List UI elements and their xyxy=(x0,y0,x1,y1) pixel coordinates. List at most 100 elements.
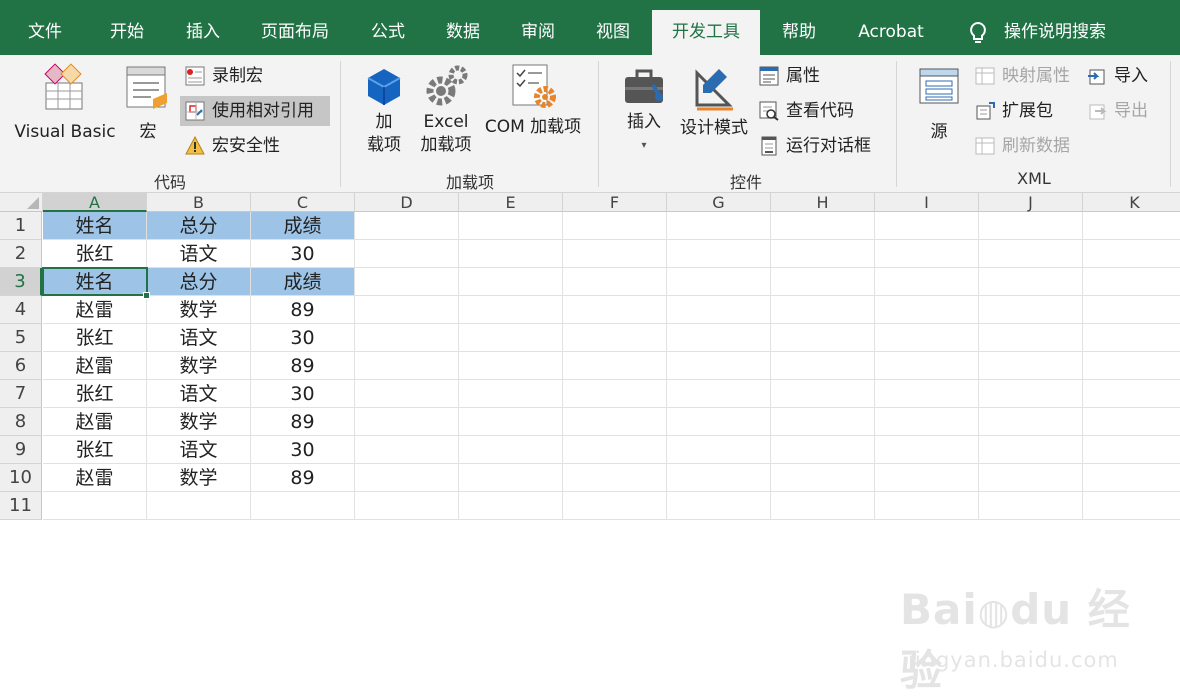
column-header-k[interactable]: K xyxy=(1083,193,1180,212)
cell-k3[interactable] xyxy=(1083,268,1180,296)
tab-file[interactable]: 文件 xyxy=(8,10,82,55)
refresh-data-button[interactable]: 刷新数据 xyxy=(970,131,1070,161)
cell-a11[interactable] xyxy=(43,492,147,520)
cell-a4[interactable]: 赵雷 xyxy=(43,296,147,324)
cell-c5[interactable]: 30 xyxy=(251,324,355,352)
column-header-e[interactable]: E xyxy=(459,193,563,212)
cell-a2[interactable]: 张红 xyxy=(43,240,147,268)
cell-d3[interactable] xyxy=(355,268,459,296)
cell-i8[interactable] xyxy=(875,408,979,436)
column-header-i[interactable]: I xyxy=(875,193,979,212)
expansion-packs-button[interactable]: 扩展包 xyxy=(970,96,1053,126)
row-header[interactable]: 9 xyxy=(0,436,42,464)
cell-j5[interactable] xyxy=(979,324,1083,352)
cell-g11[interactable] xyxy=(667,492,771,520)
cell-g1[interactable] xyxy=(667,212,771,240)
macro-security-button[interactable]: 宏安全性 xyxy=(180,131,280,161)
cell-h5[interactable] xyxy=(771,324,875,352)
cell-i1[interactable] xyxy=(875,212,979,240)
cell-h6[interactable] xyxy=(771,352,875,380)
cell-k9[interactable] xyxy=(1083,436,1180,464)
cell-e2[interactable] xyxy=(459,240,563,268)
insert-control-button[interactable]: 插入 ▾ xyxy=(614,65,674,157)
cell-a10[interactable]: 赵雷 xyxy=(43,464,147,492)
cell-i7[interactable] xyxy=(875,380,979,408)
cell-c8[interactable]: 89 xyxy=(251,408,355,436)
fill-handle[interactable] xyxy=(143,292,150,299)
excel-addins-button[interactable]: Excel 加载项 xyxy=(414,63,478,157)
cell-k10[interactable] xyxy=(1083,464,1180,492)
cell-c9[interactable]: 30 xyxy=(251,436,355,464)
cell-b1[interactable]: 总分 xyxy=(147,212,251,240)
cell-f4[interactable] xyxy=(563,296,667,324)
cell-e7[interactable] xyxy=(459,380,563,408)
row-header[interactable]: 6 xyxy=(0,352,42,380)
cell-a9[interactable]: 张红 xyxy=(43,436,147,464)
cell-h8[interactable] xyxy=(771,408,875,436)
tab-home[interactable]: 开始 xyxy=(92,10,162,55)
cell-d1[interactable] xyxy=(355,212,459,240)
cell-k5[interactable] xyxy=(1083,324,1180,352)
column-header-h[interactable]: H xyxy=(771,193,875,212)
cell-e10[interactable] xyxy=(459,464,563,492)
tab-acrobat[interactable]: Acrobat xyxy=(842,10,940,55)
cell-d9[interactable] xyxy=(355,436,459,464)
cell-e6[interactable] xyxy=(459,352,563,380)
cell-g5[interactable] xyxy=(667,324,771,352)
cell-f2[interactable] xyxy=(563,240,667,268)
cell-g4[interactable] xyxy=(667,296,771,324)
cell-k7[interactable] xyxy=(1083,380,1180,408)
select-all-corner[interactable] xyxy=(0,193,43,212)
view-code-button[interactable]: 查看代码 xyxy=(754,96,854,126)
cell-d6[interactable] xyxy=(355,352,459,380)
tell-me-search[interactable]: 操作说明搜索 xyxy=(962,10,1130,55)
cell-e8[interactable] xyxy=(459,408,563,436)
cell-i5[interactable] xyxy=(875,324,979,352)
cell-g6[interactable] xyxy=(667,352,771,380)
tab-insert[interactable]: 插入 xyxy=(168,10,238,55)
tab-developer[interactable]: 开发工具 xyxy=(652,10,760,55)
cell-h11[interactable] xyxy=(771,492,875,520)
cell-f5[interactable] xyxy=(563,324,667,352)
row-header[interactable]: 10 xyxy=(0,464,42,492)
cell-b4[interactable]: 数学 xyxy=(147,296,251,324)
column-header-b[interactable]: B xyxy=(147,193,251,212)
cell-k4[interactable] xyxy=(1083,296,1180,324)
cell-i6[interactable] xyxy=(875,352,979,380)
cell-f3[interactable] xyxy=(563,268,667,296)
relative-refs-button[interactable]: 使用相对引用 xyxy=(180,96,330,126)
cell-j10[interactable] xyxy=(979,464,1083,492)
cell-d8[interactable] xyxy=(355,408,459,436)
cell-h10[interactable] xyxy=(771,464,875,492)
cell-g8[interactable] xyxy=(667,408,771,436)
cell-k6[interactable] xyxy=(1083,352,1180,380)
map-properties-button[interactable]: 映射属性 xyxy=(970,61,1070,91)
cell-j2[interactable] xyxy=(979,240,1083,268)
record-macro-button[interactable]: 录制宏 xyxy=(180,61,263,91)
row-header[interactable]: 1 xyxy=(0,212,42,240)
cell-c1[interactable]: 成绩 xyxy=(251,212,355,240)
cell-c3[interactable]: 成绩 xyxy=(251,268,355,296)
cell-b5[interactable]: 语文 xyxy=(147,324,251,352)
row-header[interactable]: 5 xyxy=(0,324,42,352)
cell-h9[interactable] xyxy=(771,436,875,464)
column-header-c[interactable]: C xyxy=(251,193,355,212)
cell-h4[interactable] xyxy=(771,296,875,324)
cell-g7[interactable] xyxy=(667,380,771,408)
worksheet-grid[interactable]: ABCDEFGHIJK 1 姓名 总分 成绩 2 张红 语文 30 3 姓名 总分 成绩 4 赵雷 数学 89… xyxy=(0,193,1180,695)
addins-button[interactable]: 加 载项 xyxy=(354,65,414,157)
cell-b10[interactable]: 数学 xyxy=(147,464,251,492)
cell-c6[interactable]: 89 xyxy=(251,352,355,380)
import-button[interactable]: 导入 xyxy=(1082,61,1148,91)
column-header-d[interactable]: D xyxy=(355,193,459,212)
cell-k8[interactable] xyxy=(1083,408,1180,436)
cell-b2[interactable]: 语文 xyxy=(147,240,251,268)
cell-k11[interactable] xyxy=(1083,492,1180,520)
cell-c2[interactable]: 30 xyxy=(251,240,355,268)
cell-j11[interactable] xyxy=(979,492,1083,520)
cell-g9[interactable] xyxy=(667,436,771,464)
design-mode-button[interactable]: 设计模式 xyxy=(676,63,752,140)
row-header[interactable]: 2 xyxy=(0,240,42,268)
cell-d2[interactable] xyxy=(355,240,459,268)
cell-d7[interactable] xyxy=(355,380,459,408)
